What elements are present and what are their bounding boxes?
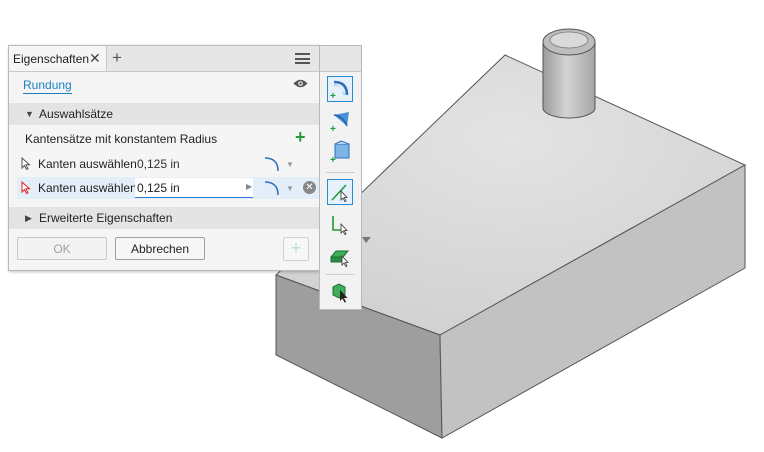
section-header-advanced[interactable]: ▶ Erweiterte Eigenschaften — [9, 207, 319, 229]
add-edge-set-icon[interactable]: + — [295, 127, 306, 148]
svg-text:+: + — [330, 124, 336, 134]
section-title: Erweiterte Eigenschaften — [39, 211, 173, 225]
selection-toolbar: + + + — [319, 45, 362, 310]
select-cursor-icon[interactable] — [21, 157, 31, 170]
close-tab-icon[interactable]: ✕ — [89, 50, 101, 66]
properties-panel: Eigenschaften ✕ + Rundung ▼ Auswahlsätze… — [8, 45, 320, 271]
apply-plus-button[interactable]: + — [283, 237, 309, 261]
collapse-triangle-icon: ▼ — [25, 109, 34, 119]
cancel-button[interactable]: Abbrechen — [115, 237, 205, 260]
radius-value[interactable]: 0,125 in — [137, 157, 180, 171]
select-cursor-icon-active[interactable] — [21, 181, 31, 194]
select-loop-icon[interactable] — [327, 212, 353, 238]
tab-label: Eigenschaften — [13, 52, 90, 66]
edge-sets-subtitle: Kantensätze mit konstantem Radius — [25, 132, 218, 146]
select-feature-icon[interactable] — [327, 243, 353, 269]
fillet-profile-icon[interactable] — [263, 180, 283, 196]
toolbar-divider — [326, 274, 355, 275]
face-fillet-icon[interactable]: + — [327, 139, 353, 166]
select-solid-icon[interactable] — [327, 279, 353, 305]
edge-select-label: Kanten auswählen — [38, 181, 137, 195]
radius-input[interactable] — [135, 178, 253, 198]
command-name-link[interactable]: Rundung — [23, 78, 72, 94]
panel-tab-bar: Eigenschaften ✕ + — [9, 46, 319, 72]
hamburger-menu-icon[interactable] — [295, 53, 310, 64]
edge-set-row-active[interactable]: Kanten auswählen ▶ ▼ ✕ — [17, 177, 319, 199]
chevron-down-icon[interactable]: ▼ — [286, 184, 294, 193]
eye-icon[interactable] — [293, 78, 308, 89]
variable-fillet-icon[interactable]: + — [327, 108, 353, 135]
chevron-down-icon[interactable]: ▼ — [286, 160, 294, 169]
tab-eigenschaften[interactable]: Eigenschaften ✕ — [9, 46, 107, 71]
edge-select-label: Kanten auswählen — [38, 157, 137, 171]
svg-text:+: + — [330, 91, 336, 101]
chevron-right-icon[interactable]: ▶ — [246, 182, 252, 191]
edge-set-row[interactable]: Kanten auswählen 0,125 in ▼ — [17, 153, 319, 175]
toolbar-divider — [326, 172, 355, 173]
ok-button[interactable]: OK — [17, 237, 107, 260]
section-title: Auswahlsätze — [39, 107, 114, 121]
svg-text:+: + — [330, 155, 336, 165]
add-tab-icon[interactable]: + — [112, 48, 122, 68]
toolbar-header — [320, 46, 361, 72]
select-edge-icon[interactable] — [327, 179, 353, 205]
constant-fillet-icon[interactable]: + — [327, 76, 353, 102]
section-header-selection-sets[interactable]: ▼ Auswahlsätze — [9, 103, 319, 125]
fillet-profile-icon[interactable] — [263, 156, 283, 172]
expand-triangle-icon: ▶ — [25, 213, 32, 223]
remove-row-icon[interactable]: ✕ — [303, 181, 316, 194]
